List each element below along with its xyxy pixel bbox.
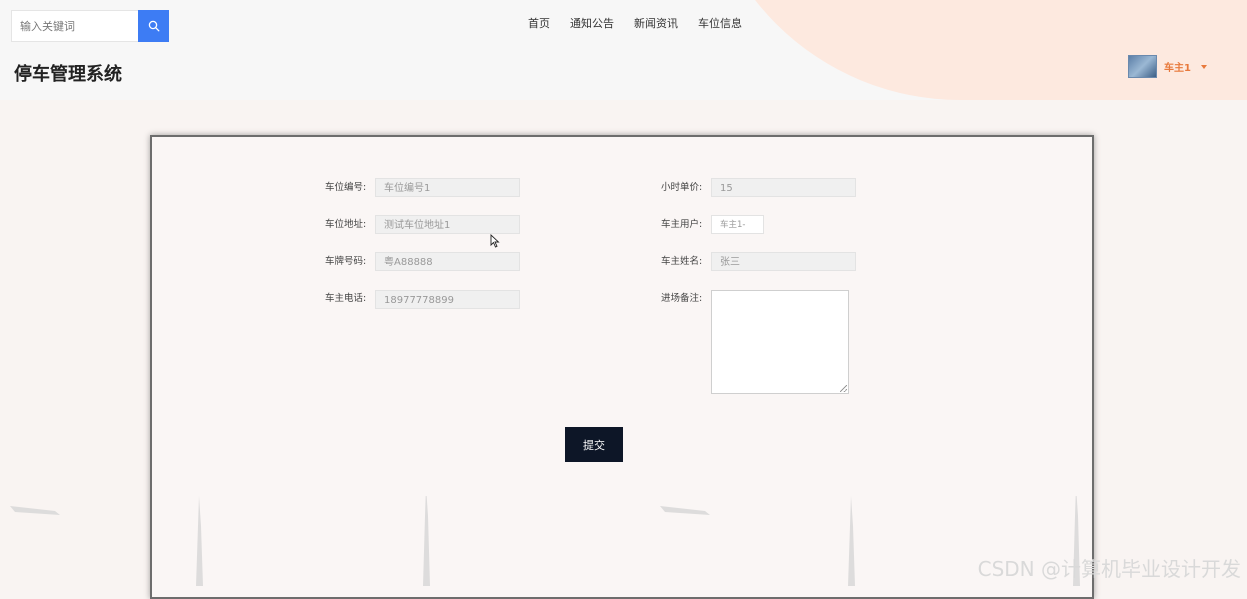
header-decoration [700, 0, 1247, 100]
nav-news[interactable]: 新闻资讯 [634, 15, 678, 31]
label-owner-account: 车主用户: [661, 219, 703, 230]
mouse-cursor-icon [490, 234, 500, 248]
label-owner-phone: 车主电话: [325, 293, 367, 304]
search-button[interactable] [138, 10, 169, 42]
label-space-number: 车位编号: [325, 182, 367, 193]
owner-account-select[interactable]: 车主1- [711, 215, 764, 234]
chevron-down-icon[interactable] [1200, 64, 1207, 69]
space-address-field[interactable]: 测试车位地址1 [375, 215, 520, 234]
nav-home[interactable]: 首页 [528, 15, 550, 31]
plate-number-field[interactable]: 粤A88888 [375, 252, 520, 271]
owner-phone-field[interactable]: 18977778899 [375, 290, 520, 309]
search-box [11, 10, 169, 42]
user-menu[interactable]: 车主1 [1128, 55, 1207, 78]
site-title: 停车管理系统 [14, 64, 122, 85]
search-input[interactable] [11, 10, 138, 42]
form-card: 车位编号: 车位编号1 车位地址: 测试车位地址1 车牌号码: 粤A88888 … [150, 135, 1094, 599]
avatar[interactable] [1128, 55, 1157, 78]
main-nav: 首页 通知公告 新闻资讯 车位信息 [528, 15, 742, 31]
label-space-address: 车位地址: [325, 219, 367, 230]
label-plate-number: 车牌号码: [325, 256, 367, 267]
owner-name-field[interactable]: 张三 [711, 252, 856, 271]
entry-notes-textarea[interactable] [711, 290, 849, 394]
top-header: 首页 通知公告 新闻资讯 车位信息 停车管理系统 车主1 [0, 0, 1247, 100]
label-hourly-price: 小时单价: [661, 182, 703, 193]
label-owner-name: 车主姓名: [661, 256, 703, 267]
watermark: CSDN @计算机毕业设计开发 [977, 557, 1241, 581]
nav-parking-info[interactable]: 车位信息 [698, 15, 742, 31]
nav-notices[interactable]: 通知公告 [570, 15, 614, 31]
hourly-price-field[interactable]: 15 [711, 178, 856, 197]
label-entry-notes: 进场备注: [661, 293, 703, 304]
space-number-field[interactable]: 车位编号1 [375, 178, 520, 197]
search-icon [148, 20, 159, 32]
submit-button[interactable]: 提交 [565, 427, 623, 462]
resize-grip-icon[interactable] [840, 385, 847, 392]
user-name[interactable]: 车主1 [1164, 59, 1191, 74]
